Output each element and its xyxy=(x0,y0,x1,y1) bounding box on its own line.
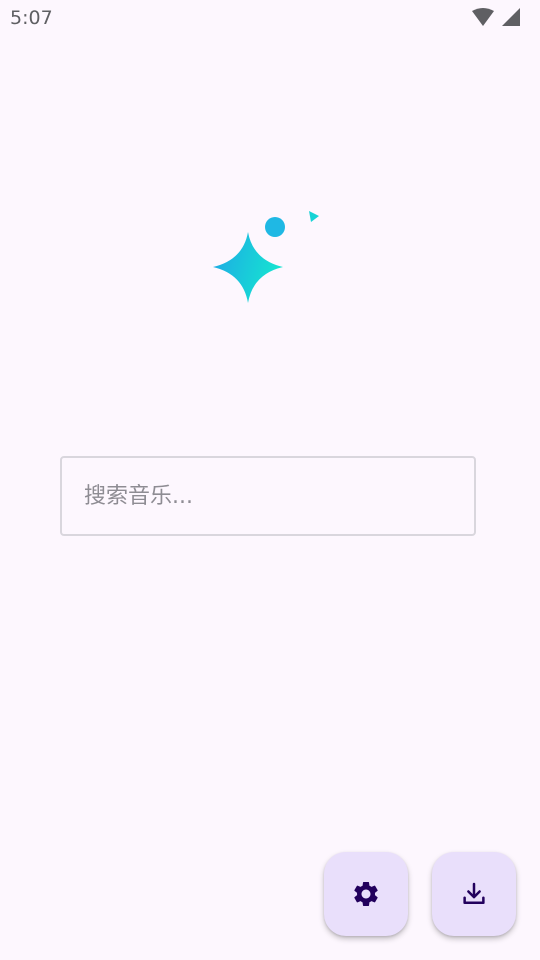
status-icons xyxy=(472,8,520,26)
sparkle-dot xyxy=(265,217,285,237)
status-bar: 5:07 xyxy=(0,0,540,36)
search-field[interactable] xyxy=(60,456,476,536)
search-input[interactable] xyxy=(84,458,454,534)
status-time: 5:07 xyxy=(10,7,53,29)
sparkle-logo-icon xyxy=(213,211,319,303)
wifi-icon xyxy=(472,8,494,26)
download-button[interactable] xyxy=(432,852,516,936)
cellular-signal-icon xyxy=(502,8,520,26)
gear-icon xyxy=(354,882,378,906)
settings-button[interactable] xyxy=(324,852,408,936)
sparkle-star xyxy=(213,232,283,303)
download-icon xyxy=(463,882,485,904)
sparkle-triangle xyxy=(309,211,319,222)
